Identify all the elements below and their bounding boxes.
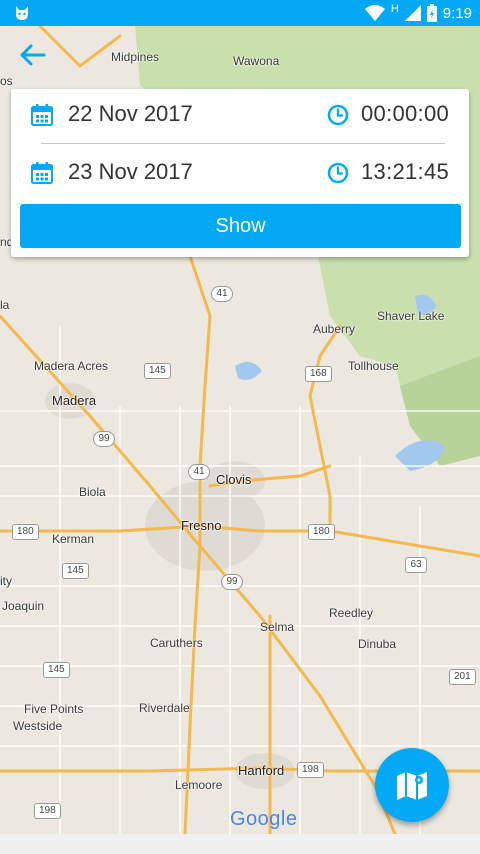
signal-icon: [404, 5, 421, 21]
android-cat-icon: [16, 6, 28, 20]
wifi-icon: [364, 5, 385, 21]
map-label-kerman: Kerman: [52, 532, 95, 546]
route-shield: 198: [34, 803, 61, 819]
route-shield: 145: [144, 363, 171, 379]
calendar-icon[interactable]: [31, 104, 53, 126]
map-label-midpines: Midpines: [111, 50, 160, 64]
clock-icon[interactable]: [327, 162, 349, 184]
map-label-os: os: [0, 74, 13, 88]
map-label-tollhouse: Tollhouse: [348, 359, 399, 373]
map-label-dinuba: Dinuba: [358, 637, 397, 651]
route-shield: 145: [43, 662, 70, 678]
map-icon: [397, 772, 427, 800]
map-label-madera-acres: Madera Acres: [34, 359, 109, 373]
map-label-shaver-lake: Shaver Lake: [377, 309, 445, 323]
date-filter-card: 22 Nov 2017 00:00:00 23 Nov 2017 13:21:4…: [11, 89, 469, 257]
route-shield: 145: [62, 563, 89, 579]
map-label-riverdale: Riverdale: [139, 701, 190, 715]
status-bar: H 9:19: [0, 0, 480, 26]
back-button[interactable]: [14, 40, 50, 70]
show-button[interactable]: Show: [20, 204, 461, 248]
route-shield: 41: [211, 286, 233, 302]
calendar-icon[interactable]: [31, 162, 53, 184]
end-time[interactable]: 13:21:45: [361, 159, 449, 185]
clock-icon[interactable]: [327, 104, 349, 126]
start-datetime-row: 22 Nov 2017 00:00:00: [11, 89, 469, 141]
map-label-wawona: Wawona: [233, 54, 280, 68]
end-date[interactable]: 23 Nov 2017: [68, 159, 193, 185]
google-attribution-text: Google: [230, 808, 298, 830]
map-label-auberry: Auberry: [313, 322, 356, 336]
map-label-clovis: Clovis: [216, 472, 252, 487]
divider: [41, 143, 445, 144]
end-datetime-row: 23 Nov 2017 13:21:45: [11, 147, 469, 199]
map-label-caruthers: Caruthers: [150, 636, 203, 650]
map-label-la: la: [0, 298, 10, 312]
clock-time: 9:19: [442, 4, 472, 22]
start-date[interactable]: 22 Nov 2017: [68, 101, 193, 127]
map-label-selma: Selma: [260, 620, 295, 634]
route-shield: 99: [221, 574, 243, 590]
map-label-reedley: Reedley: [329, 606, 374, 620]
bottom-bar: [0, 834, 480, 854]
route-shield: 63: [405, 557, 427, 573]
map-label-joaquin: Joaquin: [2, 599, 45, 613]
map-label-five-points: Five Points: [24, 702, 84, 716]
map-label-westside: Westside: [13, 719, 63, 733]
route-shield: 168: [305, 366, 332, 382]
map-label-ity: ity: [0, 574, 12, 588]
route-shield: 180: [308, 524, 335, 540]
google-logo: Google: [230, 808, 298, 831]
map-label-fresno: Fresno: [181, 518, 222, 533]
battery-charging-icon: [426, 4, 437, 22]
arrow-left-icon: [20, 44, 46, 66]
route-shield: 201: [449, 669, 476, 685]
map-label-madera: Madera: [52, 393, 97, 408]
route-shield: 99: [93, 431, 115, 447]
route-shield: 180: [12, 524, 39, 540]
map-label-biola: Biola: [79, 485, 106, 499]
map-fab-button[interactable]: [375, 748, 449, 822]
route-shield: 41: [188, 464, 210, 480]
network-type: H: [390, 3, 399, 15]
map-label-lemoore: Lemoore: [175, 778, 223, 792]
route-shield: 198: [297, 762, 324, 778]
start-time[interactable]: 00:00:00: [361, 101, 449, 127]
map-label-hanford: Hanford: [238, 763, 285, 778]
